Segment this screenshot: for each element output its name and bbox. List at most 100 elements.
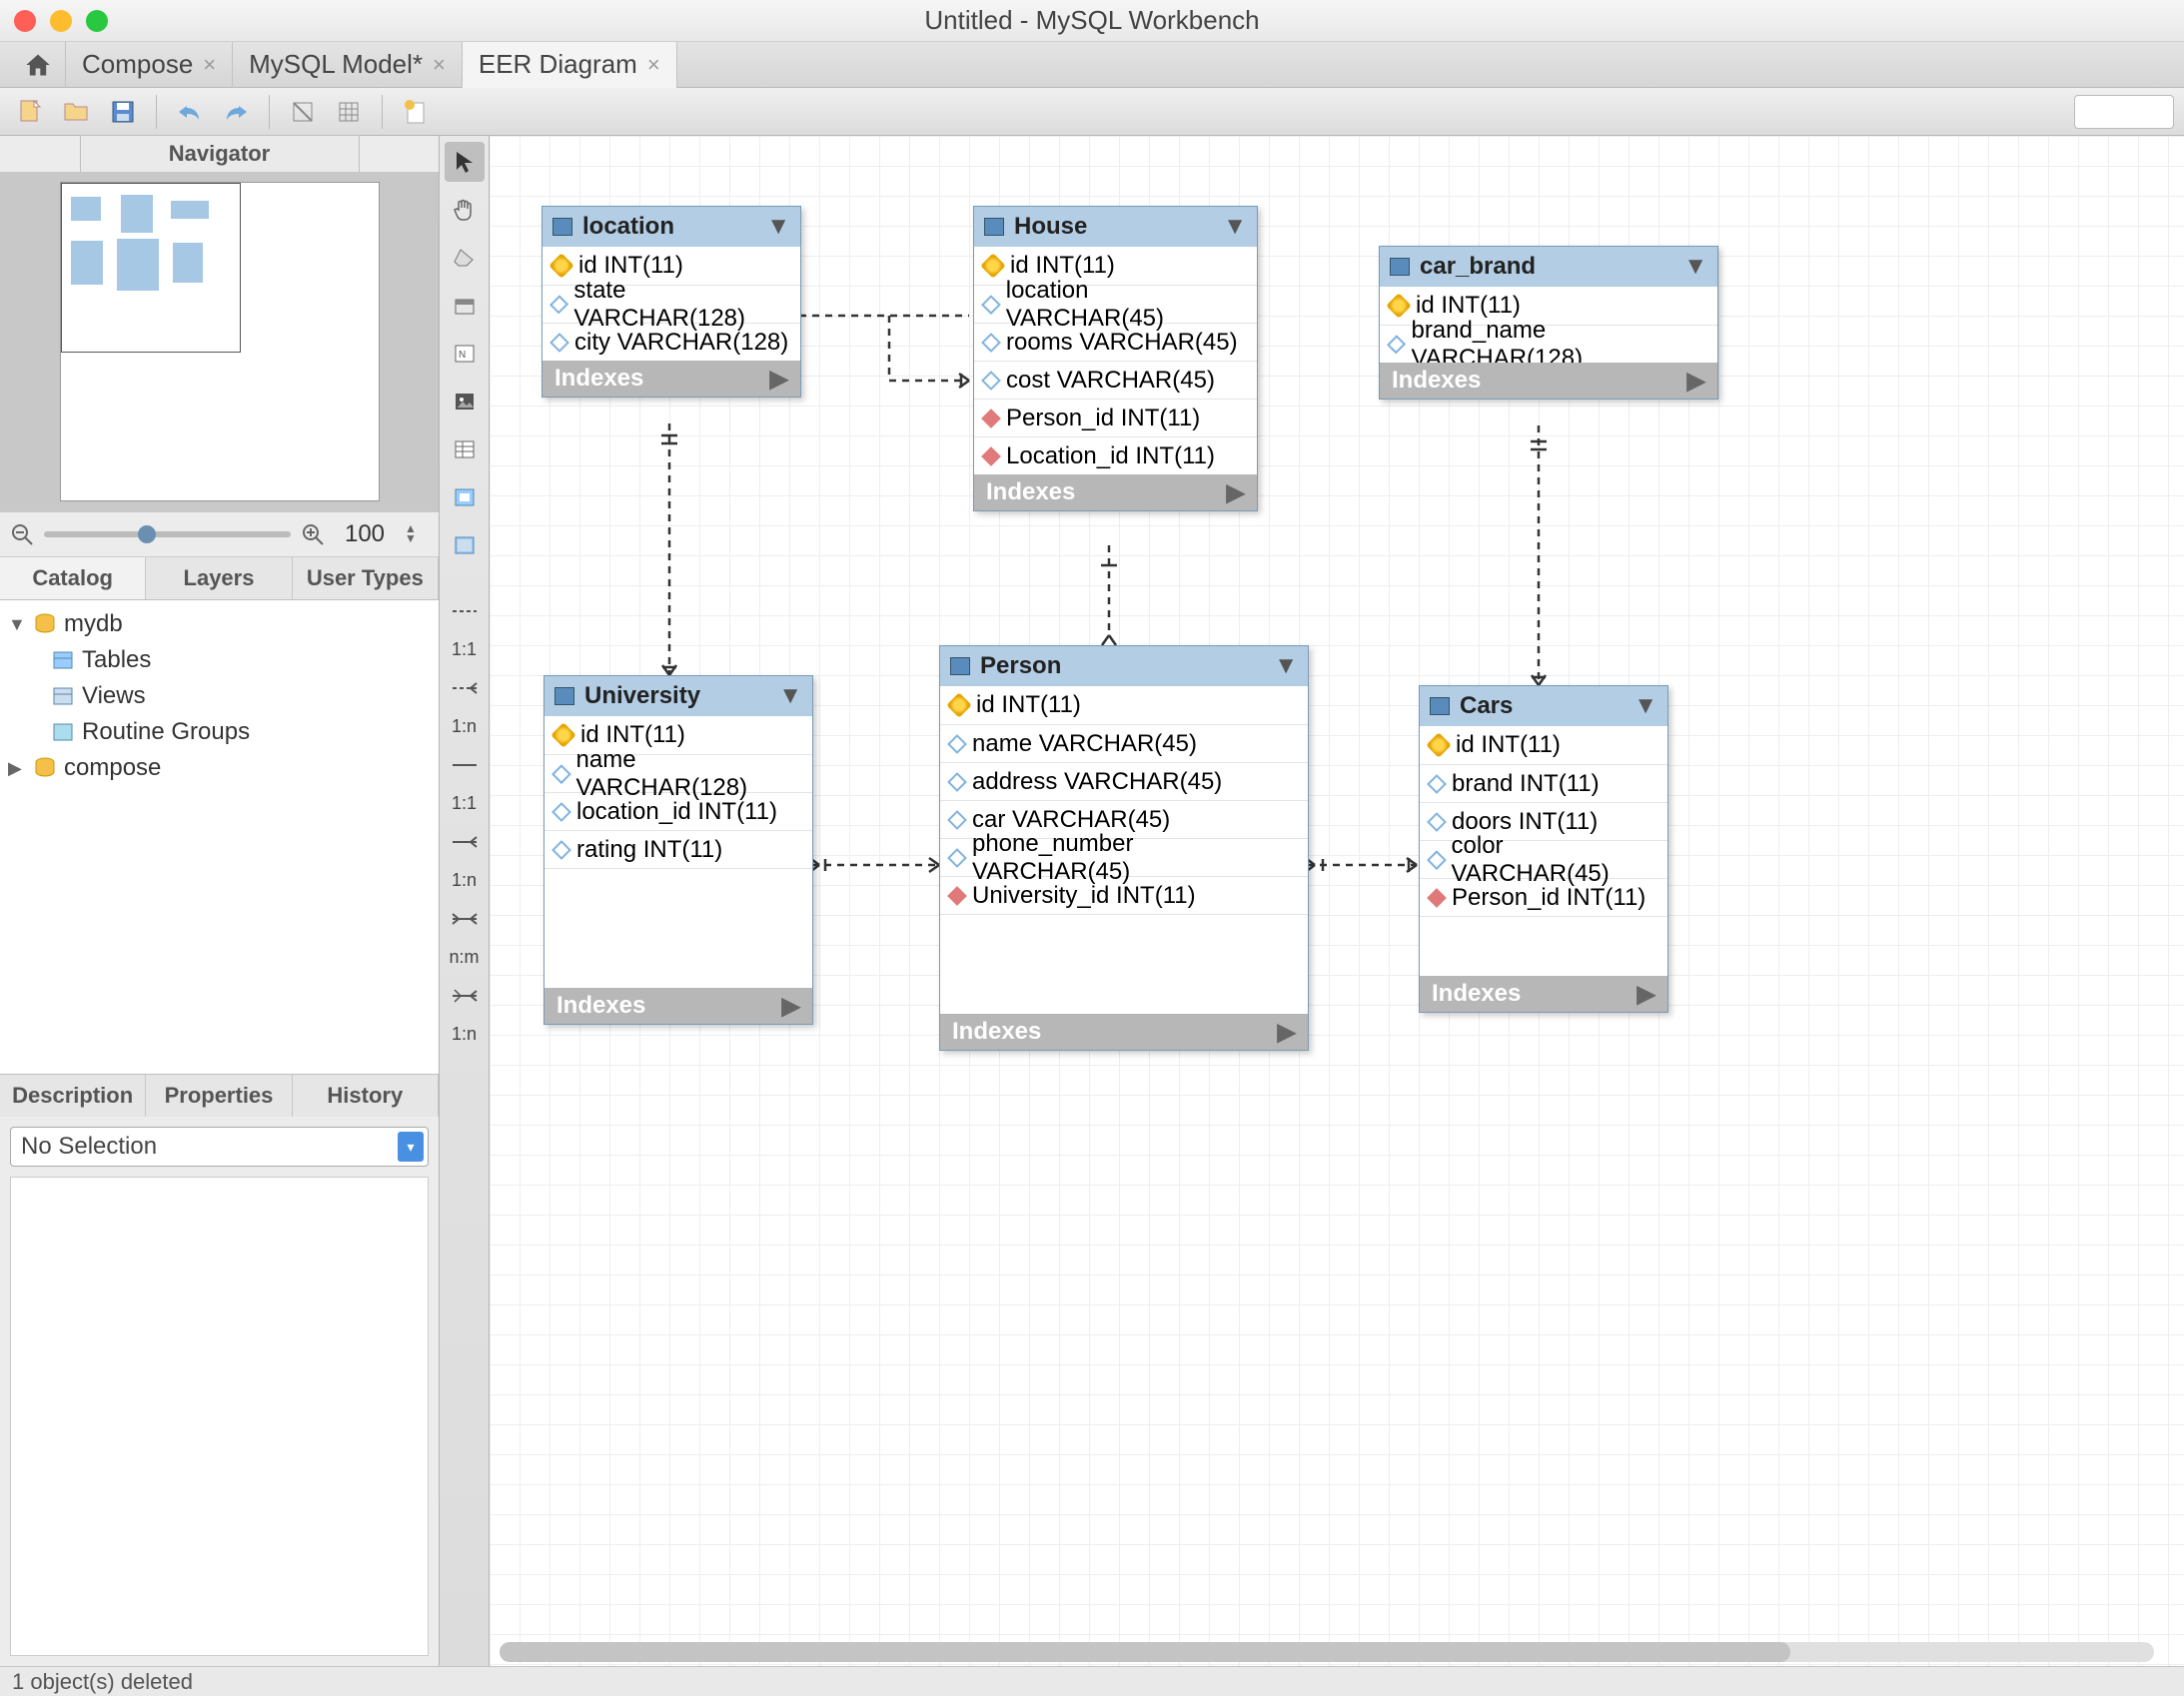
col-text: rating INT(11) bbox=[576, 836, 722, 864]
align-grid-button[interactable] bbox=[328, 93, 370, 131]
tab-label: EER Diagram bbox=[479, 49, 637, 80]
chevron-down-icon[interactable]: ▼ bbox=[1683, 253, 1707, 281]
new-file-button[interactable] bbox=[10, 93, 52, 131]
catalog-tab-layers[interactable]: Layers bbox=[146, 557, 292, 599]
relation-n-m-tool[interactable] bbox=[445, 899, 485, 939]
tab-compose[interactable]: Compose × bbox=[66, 42, 233, 88]
zoom-stepper[interactable]: ▲▼ bbox=[405, 520, 429, 548]
tree-item-views[interactable]: Views bbox=[0, 678, 439, 714]
zoom-controls: 100 ▲▼ bbox=[0, 511, 439, 557]
indexes-row[interactable]: Indexes▶ bbox=[974, 474, 1257, 510]
table-icon bbox=[1430, 697, 1450, 715]
relation-1-n-nonid-tool[interactable] bbox=[445, 668, 485, 708]
close-window-button[interactable] bbox=[14, 10, 36, 32]
selection-dropdown[interactable]: No Selection ▾ bbox=[10, 1127, 429, 1167]
catalog-tab-catalog[interactable]: Catalog bbox=[0, 557, 146, 599]
window-title: Untitled - MySQL Workbench bbox=[924, 5, 1259, 36]
col-text: name VARCHAR(45) bbox=[972, 730, 1197, 758]
col-text: University_id INT(11) bbox=[972, 882, 1196, 910]
table-tool[interactable] bbox=[445, 429, 485, 469]
chevron-down-icon[interactable]: ▼ bbox=[778, 682, 802, 710]
toolbar-search-input[interactable] bbox=[2074, 95, 2174, 129]
col-text: brand INT(11) bbox=[1452, 770, 1600, 798]
chevron-down-icon[interactable]: ▼ bbox=[766, 213, 790, 241]
entity-car-brand[interactable]: car_brand▼ id INT(11) brand_name VARCHAR… bbox=[1379, 246, 1718, 400]
navigator-minimap[interactable] bbox=[0, 172, 439, 511]
entity-cars[interactable]: Cars▼ id INT(11) brand INT(11) doors INT… bbox=[1419, 685, 1668, 1013]
relation-icon bbox=[451, 911, 479, 927]
tab-description[interactable]: Description bbox=[0, 1075, 146, 1117]
table-icon bbox=[984, 218, 1004, 236]
entity-house[interactable]: House▼ id INT(11) location VARCHAR(45) r… bbox=[973, 206, 1258, 511]
catalog-tab-usertypes[interactable]: User Types bbox=[293, 557, 439, 599]
relation-icon bbox=[451, 680, 479, 696]
eraser-tool[interactable] bbox=[445, 238, 485, 278]
save-button[interactable] bbox=[102, 93, 144, 131]
hand-tool[interactable] bbox=[445, 190, 485, 230]
new-document-button[interactable] bbox=[395, 93, 437, 131]
indexes-row[interactable]: Indexes▶ bbox=[1420, 976, 1667, 1012]
image-tool[interactable] bbox=[445, 382, 485, 422]
tree-item-mydb[interactable]: ▼ mydb bbox=[0, 606, 439, 642]
relation-1-n-id-tool[interactable] bbox=[445, 822, 485, 862]
minimap-canvas[interactable] bbox=[60, 182, 380, 501]
pointer-tool[interactable] bbox=[445, 142, 485, 182]
zoom-slider[interactable] bbox=[44, 531, 291, 537]
catalog-tabs: Catalog Layers User Types bbox=[0, 557, 439, 600]
tree-item-tables[interactable]: Tables bbox=[0, 642, 439, 678]
indexes-row[interactable]: Indexes▶ bbox=[545, 988, 812, 1024]
zoom-in-icon[interactable] bbox=[301, 522, 325, 546]
indexes-row[interactable]: Indexes▶ bbox=[1380, 363, 1717, 399]
note-tool[interactable]: N bbox=[445, 334, 485, 374]
table-icon bbox=[554, 687, 574, 705]
entity-person[interactable]: Person▼ id INT(11) name VARCHAR(45) addr… bbox=[939, 645, 1309, 1051]
hand-icon bbox=[453, 198, 477, 222]
tree-item-routine-groups[interactable]: Routine Groups bbox=[0, 714, 439, 750]
relation-existing-tool[interactable] bbox=[445, 976, 485, 1016]
chevron-down-icon[interactable]: ▼ bbox=[1274, 652, 1298, 680]
relation-1-1-id-tool[interactable] bbox=[445, 745, 485, 785]
horizontal-scrollbar[interactable] bbox=[500, 1642, 2154, 1662]
tab-properties[interactable]: Properties bbox=[146, 1075, 292, 1117]
entity-university[interactable]: University▼ id INT(11) name VARCHAR(128)… bbox=[544, 675, 813, 1025]
toggle-grid-button[interactable] bbox=[282, 93, 324, 131]
home-tab-button[interactable] bbox=[10, 42, 66, 88]
zoom-out-icon[interactable] bbox=[10, 522, 34, 546]
close-icon[interactable]: × bbox=[433, 52, 446, 78]
routine-tool[interactable] bbox=[445, 525, 485, 565]
tab-eer-diagram[interactable]: EER Diagram × bbox=[463, 42, 677, 88]
tree-item-compose[interactable]: ▶ compose bbox=[0, 750, 439, 786]
chevron-down-icon[interactable]: ▼ bbox=[8, 614, 26, 635]
view-tool[interactable] bbox=[445, 477, 485, 517]
catalog-tree[interactable]: ▼ mydb Tables Views Routine Groups ▶ com… bbox=[0, 600, 439, 1074]
maximize-window-button[interactable] bbox=[86, 10, 108, 32]
layer-tool[interactable] bbox=[445, 286, 485, 326]
scrollbar-thumb[interactable] bbox=[500, 1642, 1790, 1662]
tab-mysql-model[interactable]: MySQL Model* × bbox=[233, 42, 463, 88]
indexes-row[interactable]: Indexes▶ bbox=[543, 361, 800, 397]
open-file-button[interactable] bbox=[56, 93, 98, 131]
entity-title: House bbox=[1014, 213, 1087, 241]
layer-icon bbox=[454, 296, 476, 316]
redo-button[interactable] bbox=[215, 93, 257, 131]
chevron-down-icon[interactable]: ▼ bbox=[1223, 213, 1247, 241]
diagram-canvas[interactable]: location▼ id INT(11) state VARCHAR(128) … bbox=[490, 136, 2184, 1666]
relation-icon bbox=[451, 758, 479, 772]
relation-1-1-nonid-tool[interactable] bbox=[445, 591, 485, 631]
chevron-down-icon[interactable]: ▼ bbox=[1634, 692, 1657, 720]
description-textarea[interactable] bbox=[10, 1177, 429, 1656]
undo-button[interactable] bbox=[169, 93, 211, 131]
indexes-row[interactable]: Indexes▶ bbox=[940, 1014, 1308, 1050]
sidebar: Navigator 100 ▲▼ Catalog Layers User Typ… bbox=[0, 136, 440, 1666]
navigator-tab[interactable]: Navigator bbox=[80, 135, 360, 173]
close-icon[interactable]: × bbox=[203, 52, 216, 78]
col-text: cost VARCHAR(45) bbox=[1006, 367, 1215, 395]
tab-history[interactable]: History bbox=[293, 1075, 439, 1117]
close-icon[interactable]: × bbox=[647, 52, 660, 78]
column-icon bbox=[981, 371, 1001, 391]
chevron-right-icon[interactable]: ▶ bbox=[8, 758, 26, 779]
zoom-slider-thumb[interactable] bbox=[138, 525, 156, 543]
entity-location[interactable]: location▼ id INT(11) state VARCHAR(128) … bbox=[542, 206, 801, 398]
minimize-window-button[interactable] bbox=[50, 10, 72, 32]
titlebar: Untitled - MySQL Workbench bbox=[0, 0, 2184, 42]
